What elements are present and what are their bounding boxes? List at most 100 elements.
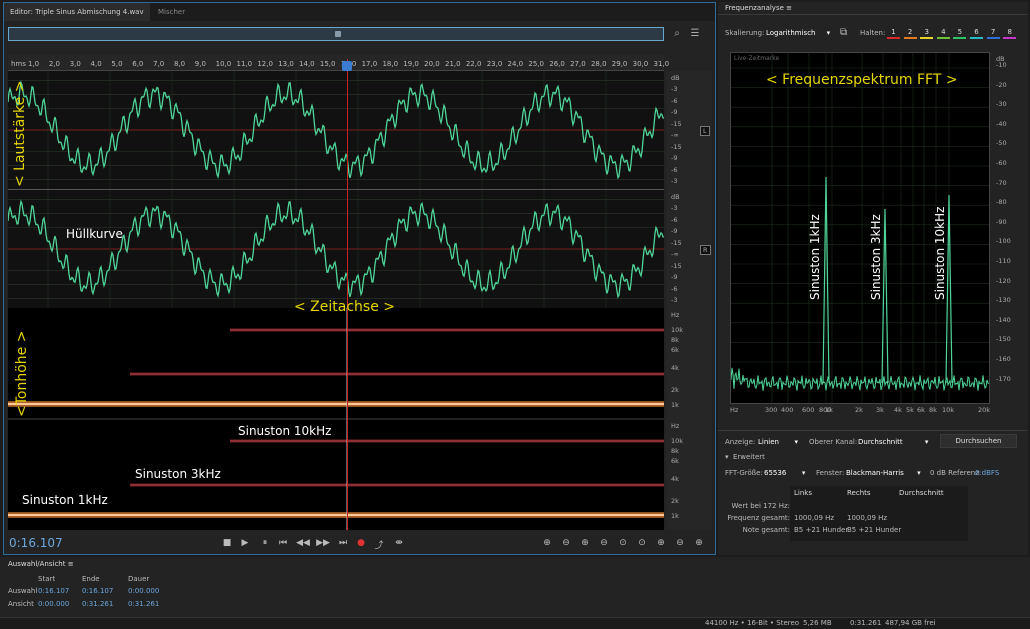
- transport-button[interactable]: ■: [220, 538, 234, 548]
- fft-db-tick: -40: [996, 119, 1007, 128]
- menu-icon[interactable]: ☰: [689, 28, 701, 40]
- ruler-tick: 29,0: [611, 60, 628, 68]
- hold-button[interactable]: 7: [986, 28, 1000, 39]
- hold-button[interactable]: 1: [887, 28, 900, 39]
- fft-graph[interactable]: [730, 52, 990, 404]
- transport-button[interactable]: ▶: [238, 538, 252, 548]
- zoom-icon[interactable]: ⊖: [597, 538, 611, 548]
- cell-value: 1000,09 Hz: [847, 514, 888, 522]
- transport-button[interactable]: ▶▶: [316, 538, 330, 548]
- scaling-dropdown[interactable]: Logarithmisch ▾: [766, 29, 830, 37]
- label-sinus-10k: Sinuston 10kHz: [238, 424, 332, 438]
- window-dropdown[interactable]: Blackman-Harris ▾: [846, 469, 921, 477]
- hold-button[interactable]: 3: [920, 28, 934, 39]
- annotation-envelope: Hüllkurve: [66, 227, 123, 241]
- col-right: Rechts: [847, 489, 871, 497]
- status-bar: 44100 Hz • 16-Bit • Stereo 5,26 MB 0:31.…: [0, 617, 1030, 629]
- hold-button[interactable]: 4: [936, 28, 950, 39]
- transport-button[interactable]: ●: [354, 538, 368, 548]
- panel-menu-icon[interactable]: ≡: [786, 4, 792, 12]
- ruler-tick: 1,0: [28, 60, 40, 68]
- scaling-label: Skalierung:: [725, 29, 765, 37]
- sel-end[interactable]: 0:16.107: [82, 587, 113, 595]
- ruler-tick: 26,0: [549, 60, 565, 68]
- transport-button[interactable]: ⇼: [392, 538, 406, 548]
- playhead-handle[interactable]: [342, 61, 352, 71]
- fft-hz-tick: 1k: [825, 406, 833, 414]
- row-view: Ansicht: [8, 600, 34, 608]
- fft-db-tick: -60: [996, 159, 1007, 167]
- fft-db-tick: -20: [996, 80, 1007, 89]
- ruler-unit: hms: [11, 60, 26, 68]
- scan-button[interactable]: Durchsuchen: [940, 434, 1017, 448]
- view-duration[interactable]: 0:31.261: [128, 600, 159, 608]
- panel-title: Auswahl/Ansicht ≡: [8, 560, 74, 568]
- fft-db-tick: -70: [996, 178, 1007, 187]
- hold-label: Halten:: [860, 29, 886, 37]
- zoom-icon[interactable]: ⊙: [635, 538, 649, 548]
- hz-tick: 6k: [671, 346, 679, 354]
- ref-label: 0 dB Referenz:: [930, 469, 982, 477]
- fft-db-tick: -130: [996, 296, 1011, 305]
- hold-button[interactable]: 2: [903, 28, 917, 39]
- db-tick: -6: [671, 284, 678, 293]
- tab-mixer[interactable]: Mischer: [152, 3, 191, 21]
- hold-button[interactable]: 5: [953, 28, 967, 39]
- timecode-display: 0:16.107: [9, 536, 63, 550]
- ruler-tick: 2,0: [48, 60, 60, 68]
- ruler-tick: 13,0: [278, 60, 294, 68]
- top-channel-dropdown[interactable]: Durchschnitt ▾: [858, 438, 928, 446]
- status-duration: 0:31.261: [850, 619, 882, 627]
- transport-button[interactable]: ⏮: [276, 538, 290, 548]
- frequency-analysis-panel: Frequenzanalyse ≡ Skalierung: Logarithmi…: [718, 2, 1028, 555]
- row-selection: Auswahl: [8, 587, 38, 595]
- hz-tick: 2k: [671, 386, 679, 394]
- hold-button[interactable]: 6: [970, 28, 983, 39]
- view-start[interactable]: 0:00.000: [38, 600, 69, 608]
- fft-hz-tick: 8k: [929, 406, 937, 414]
- tab-editor[interactable]: Editor: Triple Sinus Abmischung 4.wav: [4, 3, 150, 21]
- transport-button[interactable]: ⤴: [372, 538, 386, 551]
- status-format: 44100 Hz • 16-Bit • Stereo: [705, 619, 800, 627]
- status-free: 487,94 GB frei: [885, 619, 936, 627]
- transport-button[interactable]: ⏭: [336, 538, 350, 548]
- annotation-fft: < Frequenzspektrum FFT >: [766, 72, 958, 88]
- waveform-svg: [7, 71, 665, 308]
- db-tick: -15: [671, 238, 682, 247]
- zoom-icon[interactable]: ⊖: [673, 538, 687, 548]
- time-ruler[interactable]: hms 1,0 2,0 3,0 4,0 5,0 6,0 7,0 8,0 9,0 10,0 11,0 1…: [8, 55, 669, 71]
- zoom-icon[interactable]: ⊕: [578, 538, 592, 548]
- cell-value: B5 +21 Hunder: [794, 526, 849, 534]
- ref-value[interactable]: 0 dBFS: [975, 469, 999, 477]
- db-tick: -6: [671, 215, 678, 224]
- zoom-icon[interactable]: ⊕: [654, 538, 668, 548]
- zoom-icon[interactable]: ⊙: [616, 538, 630, 548]
- zoom-icon[interactable]: ⌕: [671, 28, 683, 40]
- fft-hz-tick: 2k: [855, 406, 863, 414]
- zoom-icon[interactable]: ⊕: [540, 538, 554, 548]
- view-end[interactable]: 0:31.261: [82, 600, 113, 608]
- sel-duration[interactable]: 0:00.000: [128, 587, 159, 595]
- db-tick: -15: [671, 119, 682, 128]
- ruler-tick: 22,0: [465, 60, 482, 68]
- sel-start[interactable]: 0:16.107: [38, 587, 69, 595]
- hold-button[interactable]: 8: [1003, 28, 1017, 39]
- overview-handle[interactable]: [335, 31, 341, 37]
- zoom-icon[interactable]: ⊕: [692, 538, 706, 548]
- ruler-tick: 9,0: [194, 60, 206, 68]
- label-sinus-1k: Sinuston 1kHz: [22, 493, 108, 507]
- fft-db-tick: -110: [996, 257, 1011, 265]
- zoom-icon[interactable]: ⊖: [559, 538, 573, 548]
- waveform-area[interactable]: [7, 71, 665, 308]
- db-tick: -9: [671, 273, 678, 281]
- ruler-tick: 24,0: [507, 60, 524, 68]
- fft-size-dropdown[interactable]: 65536 ▾: [764, 469, 805, 477]
- display-dropdown[interactable]: Linien ▾: [758, 438, 798, 446]
- transport-button[interactable]: ⏸: [258, 538, 272, 548]
- ruler-tick: 17,0: [361, 60, 378, 68]
- playhead-line[interactable]: [347, 59, 348, 530]
- transport-button[interactable]: ◀◀: [296, 538, 310, 548]
- overview-scrollbar[interactable]: [8, 27, 664, 41]
- advanced-toggle[interactable]: ▾ Erweitert: [725, 453, 765, 461]
- copy-icon[interactable]: ⧉: [840, 27, 847, 38]
